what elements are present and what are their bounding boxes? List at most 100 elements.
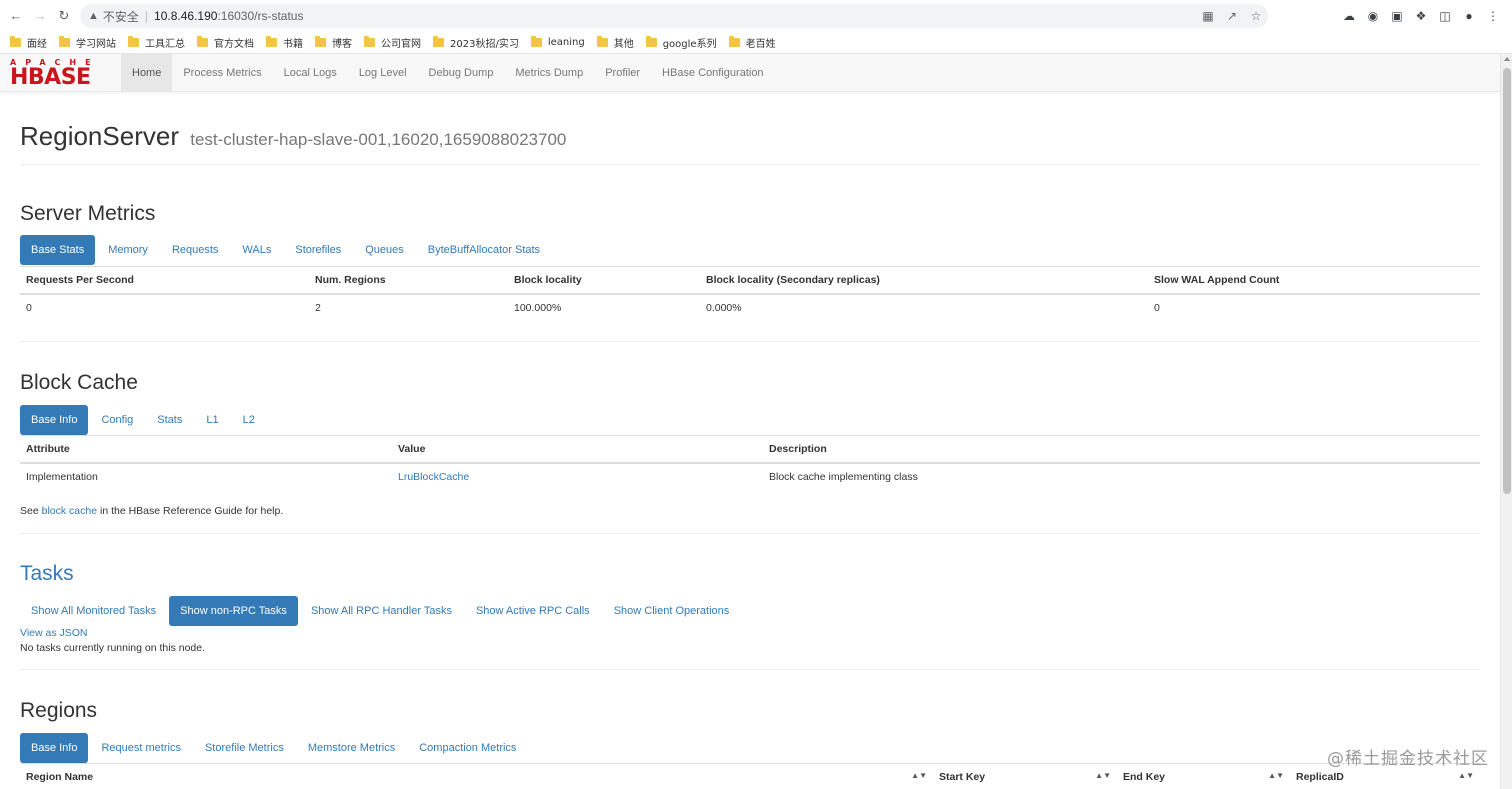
hbase-navbar: APACHE HBASE Home Process Metrics Local … — [0, 54, 1500, 92]
page-header: RegionServer test-cluster-hap-slave-001,… — [20, 120, 1480, 165]
bookmark-folder[interactable]: google系列 — [645, 35, 717, 50]
sort-icon[interactable]: ▲▼ — [911, 771, 927, 780]
back-icon[interactable]: ← — [8, 8, 24, 24]
divider — [20, 341, 1480, 342]
tab-storefile-metrics[interactable]: Storefile Metrics — [194, 733, 295, 763]
tab-bytebuffallocator-stats[interactable]: ByteBuffAllocator Stats — [417, 235, 551, 265]
tab-storefiles[interactable]: Storefiles — [284, 235, 352, 265]
tab-show-active-rpc-calls[interactable]: Show Active RPC Calls — [465, 596, 601, 626]
column-header: Num. Regions — [309, 266, 508, 295]
tasks-tabs: Show All Monitored Tasks Show non-RPC Ta… — [20, 596, 742, 626]
nav-process-metrics[interactable]: Process Metrics — [172, 54, 272, 92]
tab-base-stats[interactable]: Base Stats — [20, 235, 96, 265]
tab-memstore-metrics[interactable]: Memstore Metrics — [297, 733, 406, 763]
address-bar[interactable]: ▲ 不安全 | 10.8.46.190:16030/rs-status ▦ ↗ … — [80, 4, 1268, 28]
forward-icon[interactable]: → — [32, 8, 48, 24]
bookmark-folder[interactable]: leaning — [530, 36, 585, 48]
folder-icon — [59, 36, 70, 47]
block-cache-help: See block cache in the HBase Reference G… — [20, 505, 284, 517]
column-header-sortable[interactable]: End Key ▲▼ — [1117, 763, 1290, 789]
sidepanel-icon[interactable]: ◫ — [1436, 8, 1454, 24]
tab-wals[interactable]: WALs — [231, 235, 282, 265]
divider — [20, 533, 1480, 534]
tab-config[interactable]: Config — [90, 405, 144, 435]
translate-icon[interactable]: ▦ — [1196, 9, 1220, 23]
folder-icon — [530, 36, 542, 47]
column-header: Requests Per Second — [20, 266, 309, 295]
table-cell: 2 — [315, 301, 321, 314]
divider — [20, 669, 1480, 670]
bookmark-folder[interactable]: 其他 — [596, 35, 634, 50]
page-scrollbar[interactable] — [1500, 54, 1512, 789]
profile-avatar-icon[interactable]: ● — [1460, 8, 1478, 24]
tab-queues[interactable]: Queues — [354, 235, 415, 265]
block-cache-guide-link[interactable]: block cache — [42, 505, 97, 517]
bookmark-folder[interactable]: 面经 — [10, 35, 47, 50]
tab-compaction-metrics[interactable]: Compaction Metrics — [408, 733, 527, 763]
bookmark-folder[interactable]: 官方文档 — [197, 35, 254, 50]
tab-base-info[interactable]: Base Info — [20, 405, 89, 435]
server-metrics-table: Requests Per Second Num. Regions Block l… — [20, 266, 1480, 321]
nav-metrics-dump[interactable]: Metrics Dump — [504, 54, 594, 92]
scroll-up-arrow-icon[interactable] — [1504, 57, 1510, 61]
folder-icon — [433, 36, 444, 47]
server-metrics-tabs: Base Stats Memory Requests WALs Storefil… — [20, 235, 553, 265]
scrollbar-thumb[interactable] — [1503, 68, 1511, 494]
column-header-sortable[interactable]: Start Key ▲▼ — [933, 763, 1117, 789]
nav-links: Home Process Metrics Local Logs Log Leve… — [121, 54, 775, 92]
nav-debug-dump[interactable]: Debug Dump — [418, 54, 505, 92]
puzzle-icon[interactable]: ❖ — [1412, 8, 1430, 24]
extension-box-icon[interactable]: ▣ — [1388, 8, 1406, 24]
view-as-json-link[interactable]: View as JSON — [20, 627, 88, 639]
bookmark-folder[interactable]: 博客 — [315, 35, 352, 50]
tab-show-client-operations[interactable]: Show Client Operations — [603, 596, 741, 626]
nav-hbase-configuration[interactable]: HBase Configuration — [651, 54, 775, 92]
sort-icon[interactable]: ▲▼ — [1458, 771, 1474, 780]
bookmark-folder[interactable]: 工具汇总 — [128, 35, 185, 50]
column-header-sortable[interactable]: Region Name ▲▼ — [20, 763, 933, 789]
column-header: Attribute — [20, 435, 392, 464]
folder-icon — [266, 36, 277, 47]
tab-memory[interactable]: Memory — [97, 235, 159, 265]
table-cell: Block cache implementing class — [769, 470, 918, 483]
page-title: RegionServer test-cluster-hap-slave-001,… — [20, 121, 567, 151]
lrublockcache-link[interactable]: LruBlockCache — [398, 471, 469, 483]
nav-local-logs[interactable]: Local Logs — [273, 54, 348, 92]
nav-log-level[interactable]: Log Level — [348, 54, 418, 92]
tab-show-non-rpc-tasks[interactable]: Show non-RPC Tasks — [169, 596, 298, 626]
cloud-extension-icon[interactable]: ☁ — [1340, 8, 1358, 24]
sort-icon[interactable]: ▲▼ — [1268, 771, 1284, 780]
table-cell: Implementation — [26, 470, 98, 483]
nav-profiler[interactable]: Profiler — [594, 54, 651, 92]
folder-icon — [364, 36, 375, 47]
menu-kebab-icon[interactable]: ⋮ — [1484, 8, 1502, 24]
bookmarks-bar: 面经 学习网站 工具汇总 官方文档 书籍 博客 公司官网 2023秋招/实习 l… — [0, 32, 1512, 54]
sort-icon[interactable]: ▲▼ — [1095, 771, 1111, 780]
share-icon[interactable]: ↗ — [1220, 9, 1244, 23]
tab-l2[interactable]: L2 — [232, 405, 266, 435]
bookmark-folder[interactable]: 老百姓 — [728, 35, 776, 50]
tab-stats[interactable]: Stats — [146, 405, 193, 435]
tab-l1[interactable]: L1 — [195, 405, 229, 435]
reload-icon[interactable]: ↻ — [56, 8, 72, 24]
tab-regions-base-info[interactable]: Base Info — [20, 733, 89, 763]
nav-home[interactable]: Home — [121, 54, 173, 92]
table-row: Implementation LruBlockCache Block cache… — [20, 463, 1480, 490]
bookmark-folder[interactable]: 学习网站 — [59, 35, 116, 50]
extension-circle-icon[interactable]: ◉ — [1364, 8, 1382, 24]
table-cell: LruBlockCache — [392, 463, 763, 490]
column-header: Description — [763, 435, 1480, 464]
tab-requests[interactable]: Requests — [161, 235, 229, 265]
hbase-logo[interactable]: APACHE HBASE — [10, 58, 112, 89]
tab-show-all-rpc-handler-tasks[interactable]: Show All RPC Handler Tasks — [300, 596, 463, 626]
tasks-title[interactable]: Tasks — [20, 562, 74, 586]
server-metrics-title: Server Metrics — [20, 202, 156, 225]
folder-icon — [645, 36, 657, 47]
warning-icon[interactable]: ▲ — [88, 10, 99, 22]
bookmark-folder[interactable]: 2023秋招/实习 — [433, 35, 519, 50]
bookmark-star-icon[interactable]: ☆ — [1244, 9, 1268, 23]
bookmark-folder[interactable]: 公司官网 — [364, 35, 421, 50]
tab-request-metrics[interactable]: Request metrics — [90, 733, 191, 763]
bookmark-folder[interactable]: 书籍 — [266, 35, 303, 50]
tab-show-all-monitored-tasks[interactable]: Show All Monitored Tasks — [20, 596, 167, 626]
